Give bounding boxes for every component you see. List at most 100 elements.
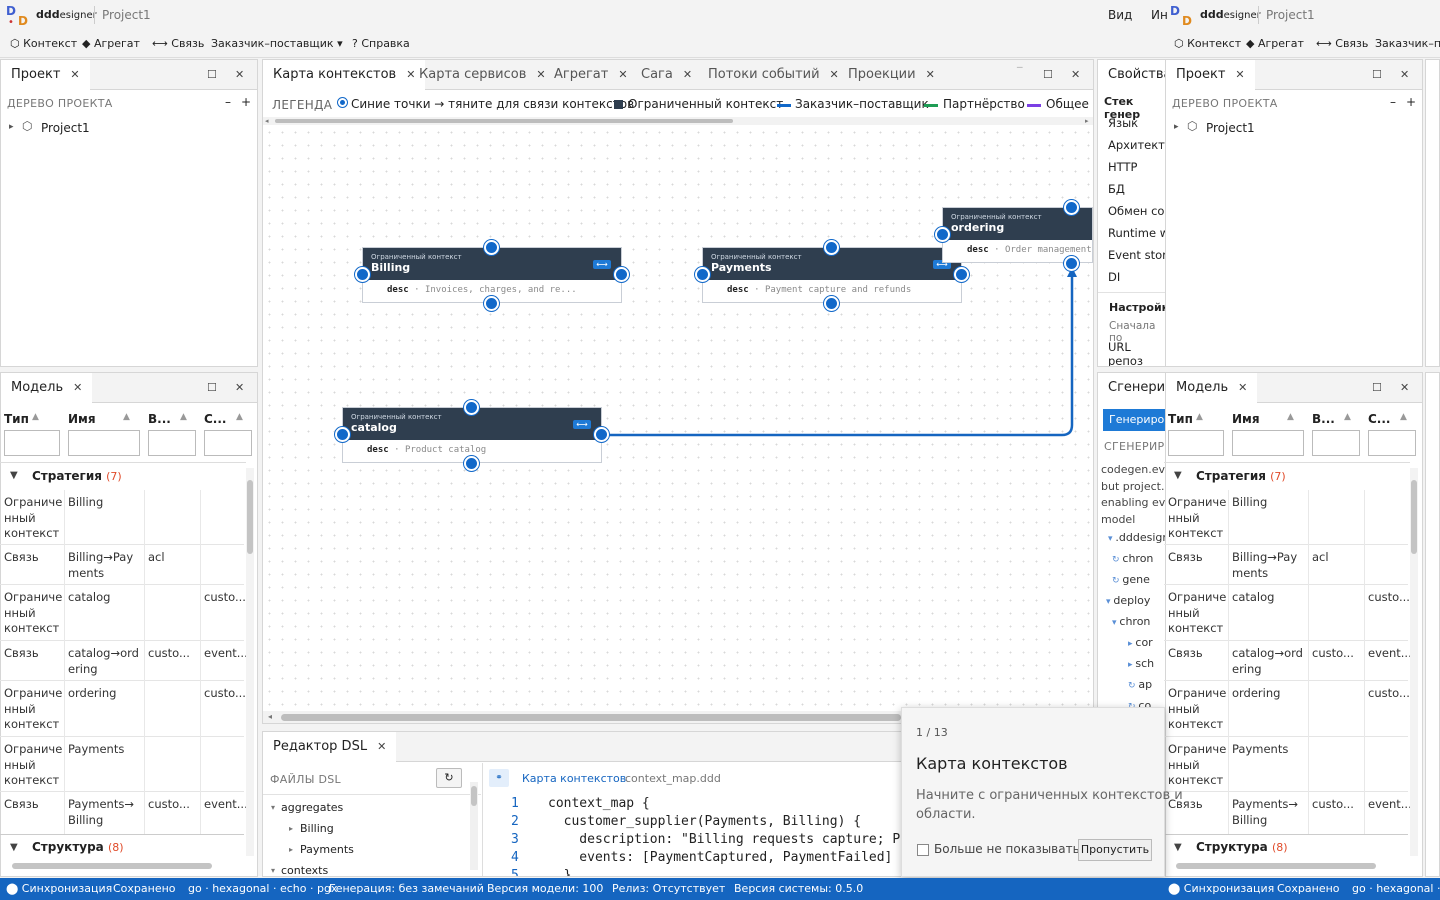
sort-icon[interactable]: ▲ xyxy=(123,412,130,422)
sort-icon[interactable]: ▲ xyxy=(1344,412,1351,422)
status-stack-dup[interactable]: go · hexagonal · e xyxy=(1352,882,1440,895)
group-strategy[interactable]: Стратегия (7) xyxy=(32,469,122,483)
table-row[interactable]: Связь xyxy=(4,550,64,566)
code-line[interactable]: events: [PaymentCaptured, PaymentFailed] xyxy=(548,849,892,867)
generated-tree-item[interactable]: ↻ chron xyxy=(1112,552,1153,565)
close-icon[interactable]: ✕ xyxy=(1238,381,1247,394)
add-aggregate-button-dup[interactable]: ◆ Агрегат xyxy=(1246,37,1304,50)
sort-icon[interactable]: ▲ xyxy=(32,412,39,422)
column-header[interactable]: Тип xyxy=(4,412,29,426)
expand-arrow-icon[interactable]: ▸ xyxy=(289,824,293,833)
table-row[interactable]: Ограниче нный контекст xyxy=(4,742,64,789)
table-row[interactable]: Ограниче нный контекст xyxy=(1168,495,1228,542)
swap-icon[interactable]: ⟷ xyxy=(593,260,611,269)
sort-icon[interactable]: ▲ xyxy=(236,412,243,422)
stack-item[interactable]: Архитекту xyxy=(1108,138,1166,152)
column-header[interactable]: В... xyxy=(1312,412,1335,426)
chevron-down-icon[interactable]: ▼ xyxy=(1174,470,1182,481)
add-link-button-dup[interactable]: ⟷ Связь xyxy=(1316,37,1368,50)
expand-arrow-icon[interactable]: ▾ xyxy=(271,803,275,812)
table-row[interactable]: Связь xyxy=(1168,646,1228,662)
stack-item[interactable]: БД xyxy=(1108,182,1125,196)
tab-project-dup[interactable]: Проект ✕ xyxy=(1166,60,1255,90)
stack-item[interactable]: HTTP xyxy=(1108,160,1137,174)
tree-file-payments[interactable]: Payments xyxy=(300,843,354,856)
collapse-icon[interactable]: – xyxy=(225,95,231,109)
generated-tree-item[interactable]: ↻ ap xyxy=(1128,678,1152,691)
generated-tree-item[interactable]: ▸ sch xyxy=(1128,657,1154,670)
close-icon[interactable]: ✕ xyxy=(70,68,79,81)
generated-tree-item[interactable]: ▸ cor xyxy=(1128,636,1153,649)
menu-tools[interactable]: Ин xyxy=(1151,8,1168,22)
model-scrollbar[interactable] xyxy=(246,468,254,856)
generated-tree-item[interactable]: ▾ deploy xyxy=(1106,594,1150,607)
connection-handle[interactable] xyxy=(824,240,839,255)
column-filter-input-dup[interactable] xyxy=(1312,430,1360,456)
column-header[interactable]: С... xyxy=(204,412,226,426)
connection-handle[interactable] xyxy=(464,456,479,471)
table-row[interactable]: Ограниче нный контекст xyxy=(1168,686,1228,733)
column-filter-input-dup[interactable] xyxy=(1168,430,1224,456)
menu-view[interactable]: Вид xyxy=(1108,8,1132,22)
tab-model-dup[interactable]: Модель ✕ xyxy=(1166,373,1258,403)
model-hscrollbar[interactable] xyxy=(1164,861,1410,871)
chevron-down-icon[interactable]: ▼ xyxy=(1174,842,1182,853)
close-icon[interactable]: ✕ xyxy=(1235,68,1244,81)
expand-arrow-icon[interactable]: ▸ xyxy=(1174,122,1179,132)
connection-handle[interactable] xyxy=(355,267,370,282)
help-button[interactable]: ? Справка xyxy=(352,37,410,50)
stack-item[interactable]: Runtime w xyxy=(1108,226,1166,240)
bounded-context-node[interactable]: Ограниченный контекст Billing ⟷ desc · I… xyxy=(362,247,622,303)
table-row[interactable]: Ограниче нный контекст xyxy=(1168,742,1228,789)
column-filter-input[interactable] xyxy=(204,430,252,456)
add-icon[interactable]: + xyxy=(1406,95,1416,109)
connection-handle[interactable] xyxy=(935,227,950,242)
scroll-thumb[interactable] xyxy=(281,714,901,721)
expand-arrow-icon[interactable]: ▾ xyxy=(271,866,275,875)
connection-handle[interactable] xyxy=(1064,256,1079,271)
connection-handle[interactable] xyxy=(824,296,839,311)
add-context-button[interactable]: ⬡ Контекст xyxy=(10,37,77,50)
column-header[interactable]: С... xyxy=(1368,412,1390,426)
model-hscrollbar[interactable] xyxy=(0,861,246,871)
maximize-icon[interactable]: ☐ xyxy=(207,381,217,394)
group-strategy[interactable]: Стратегия (7) xyxy=(1196,469,1286,483)
connection-handle[interactable] xyxy=(1064,200,1079,215)
connection-handle[interactable] xyxy=(695,267,710,282)
add-aggregate-button[interactable]: ◆ Агрегат xyxy=(82,37,140,50)
sort-icon[interactable]: ▲ xyxy=(1196,412,1203,422)
refresh-button[interactable]: ↻ xyxy=(436,768,462,788)
connection-handle[interactable] xyxy=(594,427,609,442)
code-line[interactable]: context_map { xyxy=(548,795,650,813)
connection-handle[interactable] xyxy=(484,296,499,311)
table-row[interactable]: Ограниче нный контекст xyxy=(4,686,64,733)
column-header[interactable]: Имя xyxy=(68,412,96,426)
table-row[interactable]: Ограниче нный контекст xyxy=(4,495,64,542)
model-scrollbar[interactable] xyxy=(1410,468,1418,856)
expand-arrow-icon[interactable]: ▸ xyxy=(289,845,293,854)
column-filter-input[interactable] xyxy=(4,430,60,456)
tab-properties[interactable]: Свойства xyxy=(1098,60,1166,90)
tree-item-project-dup[interactable]: Project1 xyxy=(1206,121,1255,135)
bounded-context-node[interactable]: Ограниченный контекст catalog ⟷ desc · P… xyxy=(342,407,602,463)
connection-handle[interactable] xyxy=(335,427,350,442)
connection-handle[interactable] xyxy=(484,240,499,255)
column-filter-input-dup[interactable] xyxy=(1232,430,1304,456)
files-scrollbar[interactable] xyxy=(470,782,478,870)
close-panel-icon[interactable]: ✕ xyxy=(1400,381,1409,394)
add-icon[interactable]: + xyxy=(241,95,251,109)
maximize-icon[interactable]: ☐ xyxy=(1372,68,1382,81)
table-row[interactable]: Связь xyxy=(1168,550,1228,566)
table-row[interactable]: Ограниче нный контекст xyxy=(1168,590,1228,637)
relation-type-dropdown-dup[interactable]: Заказчик–поставщик ▾ xyxy=(1375,37,1440,50)
add-link-button[interactable]: ⟷ Связь xyxy=(152,37,204,50)
expand-arrow-icon[interactable]: ▸ xyxy=(9,122,14,132)
group-structure[interactable]: Структура (8) xyxy=(32,840,124,854)
add-context-button-dup[interactable]: ⬡ Контекст xyxy=(1174,37,1241,50)
column-filter-input[interactable] xyxy=(68,430,140,456)
tree-folder-contexts[interactable]: contexts xyxy=(281,864,328,876)
dont-show-checkbox[interactable] xyxy=(917,844,929,856)
code-line[interactable]: description: "Billing requests capture; … xyxy=(548,831,900,849)
bounded-context-node[interactable]: Ограниченный контекст ordering desc · Or… xyxy=(942,207,1093,263)
generated-tree-item[interactable]: ▾ .dddesign xyxy=(1108,531,1166,544)
